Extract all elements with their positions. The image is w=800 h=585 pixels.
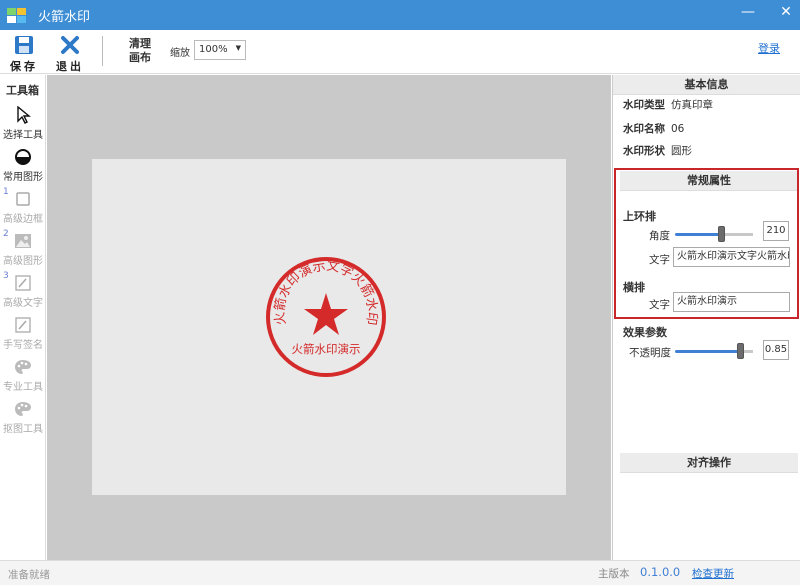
sidebar-item-label: 常用图形: [3, 172, 43, 183]
seal-star-icon: [304, 293, 348, 335]
info-value: 圆形: [671, 145, 692, 157]
step-number: 1: [3, 187, 9, 197]
effects-title: 效果参数: [623, 326, 667, 339]
slider-thumb[interactable]: [737, 343, 744, 359]
sidebar-item-pro-tools[interactable]: 专业工具: [0, 357, 46, 393]
exit-button[interactable]: 退出: [52, 34, 88, 74]
info-row-name: 水印名称 06: [623, 121, 684, 136]
sidebar-item-border[interactable]: 1 高级边框: [0, 187, 46, 225]
check-update-link[interactable]: 检查更新: [692, 566, 734, 581]
sidebar-item-label: 手写签名: [3, 340, 43, 351]
highlight-box: [614, 168, 799, 319]
clear-canvas-label-2: 画布: [129, 51, 151, 64]
sidebar-item-label: 高级边框: [3, 214, 43, 225]
signature-icon: [0, 315, 46, 335]
palette-icon: [0, 399, 46, 419]
zoom-select[interactable]: 100% ▼: [194, 40, 246, 60]
app-logo-icon: [6, 5, 28, 25]
step-number: 3: [3, 271, 9, 281]
exit-label: 退出: [56, 60, 84, 73]
cursor-icon: [0, 105, 46, 125]
version-value: 0.1.0.0: [640, 565, 681, 579]
seal-graphic: 火箭水印演示文字火箭水印 火箭水印演示: [266, 257, 386, 377]
sidebar-item-label: 选择工具: [3, 130, 43, 141]
align-header: 对齐操作: [620, 453, 798, 473]
save-icon: [6, 34, 42, 56]
sidebar-item-label: 高级图形: [3, 256, 43, 267]
sidebar-item-label: 专业工具: [3, 382, 43, 393]
save-label: 保存: [10, 60, 38, 73]
opacity-input[interactable]: 0.85: [763, 340, 789, 360]
window-title: 火箭水印: [38, 9, 91, 25]
opacity-slider[interactable]: [675, 343, 753, 359]
sidebar-item-label: 抠图工具: [3, 424, 43, 435]
sidebar-item-label: 高级文字: [3, 298, 43, 309]
toolbar: 保存 退出 清理 画布 缩放 100% ▼ 登录: [0, 30, 800, 74]
status-text: 准备就绪: [8, 569, 50, 581]
info-key: 水印类型: [623, 99, 665, 111]
dropdown-arrow-icon: ▼: [235, 44, 241, 52]
toolbox-title: 工具箱: [6, 84, 39, 97]
minimize-button[interactable]: —: [740, 4, 756, 20]
save-button[interactable]: 保存: [6, 34, 42, 74]
toolbox-sidebar: 工具箱 选择工具 常用图形 1 高级边框 2 高级图形 3 高级文字 手写签名 …: [0, 75, 46, 560]
title-bar: 火箭水印 — ✕: [0, 0, 800, 30]
version-label: 主版本: [598, 568, 630, 580]
info-key: 水印名称: [623, 123, 665, 135]
close-x-icon: [52, 34, 88, 56]
info-row-type: 水印类型 仿真印章: [623, 97, 713, 112]
sidebar-item-advanced-shape[interactable]: 2 高级图形: [0, 229, 46, 267]
canvas-area[interactable]: 火箭水印演示文字火箭水印 火箭水印演示: [47, 75, 611, 560]
palette-icon: [0, 357, 46, 377]
close-button[interactable]: ✕: [778, 4, 794, 20]
seal-bottom-text: 火箭水印演示: [292, 342, 361, 356]
basic-info-header: 基本信息: [613, 75, 800, 95]
zoom-label: 缩放: [170, 48, 190, 59]
status-bar: 准备就绪 主版本 0.1.0.0 检查更新: [0, 560, 800, 585]
sidebar-item-signature[interactable]: 手写签名: [0, 315, 46, 351]
info-value: 仿真印章: [671, 99, 713, 111]
seal-watermark[interactable]: 火箭水印演示文字火箭水印 火箭水印演示: [262, 253, 390, 381]
circle-shape-icon: [0, 147, 46, 167]
toolbar-separator: [102, 36, 103, 66]
info-value: 06: [671, 123, 685, 135]
opacity-label: 不透明度: [629, 347, 671, 359]
login-link[interactable]: 登录: [758, 40, 780, 56]
zoom-value: 100%: [199, 44, 228, 55]
clear-canvas-button[interactable]: 清理 画布: [124, 37, 156, 65]
sidebar-item-cutout[interactable]: 抠图工具: [0, 399, 46, 435]
clear-canvas-label-1: 清理: [129, 37, 151, 50]
sidebar-item-advanced-text[interactable]: 3 高级文字: [0, 271, 46, 309]
info-key: 水印形状: [623, 145, 665, 157]
sidebar-item-shapes[interactable]: 常用图形: [0, 147, 46, 183]
info-row-shape: 水印形状 圆形: [623, 143, 692, 158]
sidebar-item-select[interactable]: 选择工具: [0, 105, 46, 141]
step-number: 2: [3, 229, 9, 239]
canvas-page[interactable]: 火箭水印演示文字火箭水印 火箭水印演示: [92, 159, 566, 495]
